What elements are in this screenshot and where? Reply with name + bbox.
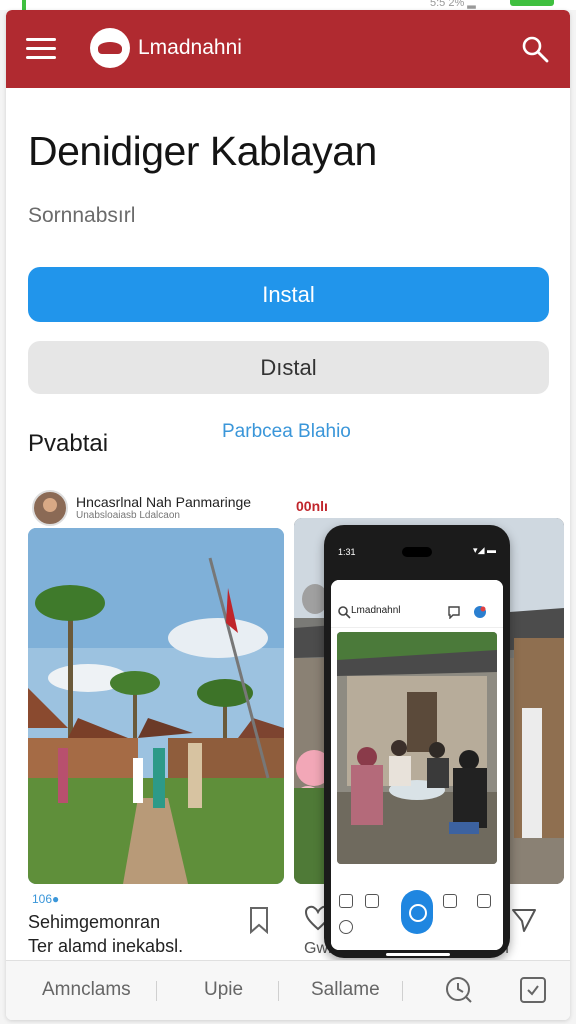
signal-indicator	[22, 0, 26, 10]
phone-tool-settings-icon[interactable]	[339, 920, 353, 934]
phone-screen: Lmadnahnl	[331, 580, 503, 950]
app-bar: Lmadnahni	[6, 10, 570, 88]
app-subtitle: Sornnabsırl	[28, 204, 136, 227]
phone-tool-send-icon[interactable]	[365, 894, 379, 908]
nav-item-2[interactable]: Upie	[204, 979, 243, 1001]
phone-capture-button[interactable]	[401, 890, 433, 934]
phone-status-icons: ▾◢ ▬	[473, 545, 496, 555]
bottom-nav: Amnclams Upie Sallame	[6, 960, 570, 1020]
nav-divider	[278, 981, 279, 1001]
brand-name: Lmadnahni	[138, 36, 242, 59]
search-icon[interactable]	[520, 34, 550, 64]
brand-logo-icon	[90, 28, 130, 68]
nav-divider	[156, 981, 157, 1001]
section-link[interactable]: Parbcea Blahio	[222, 421, 351, 443]
nav-item-1[interactable]: Amnclams	[42, 979, 131, 1001]
nav-divider	[402, 981, 403, 1001]
phone-search-icon[interactable]	[337, 605, 351, 619]
post-caption-line-1: Sehimgemonran	[28, 912, 161, 932]
install-button[interactable]: Instal	[28, 267, 549, 322]
post-meta: Unabsloaiasb Ldalcaon	[76, 510, 180, 521]
screen: 5:5 2% ▂ Lmadnahni Denidiger Kablayan So…	[0, 0, 576, 1024]
secondary-action-button[interactable]: Dıstal	[28, 341, 549, 394]
clock-icon[interactable]	[444, 975, 474, 1005]
phone-gathering-photo[interactable]	[337, 632, 497, 864]
battery-icon	[510, 0, 554, 6]
phone-tool-menu-icon[interactable]	[477, 894, 491, 908]
phone-tool-search-icon[interactable]	[339, 894, 353, 908]
phone-chat-icon[interactable]	[447, 605, 461, 619]
phone-tool-gallery-icon[interactable]	[443, 894, 457, 908]
section-title: Pvabtai	[28, 430, 109, 457]
post-author-avatar[interactable]	[32, 490, 68, 526]
bookmark-icon[interactable]	[246, 906, 272, 934]
post-caption-small: 106●	[32, 892, 60, 906]
phone-profile-icon[interactable]	[473, 605, 487, 619]
post-count: 00nlı	[296, 498, 328, 514]
phone-header-title: Lmadnahnl	[351, 605, 401, 616]
phone-mockup: 1:31 ▾◢ ▬ Lmadnahnl	[324, 525, 510, 958]
phone-toolbar	[331, 880, 503, 950]
app-title: Denidiger Kablayan	[28, 128, 377, 174]
village-photo[interactable]	[28, 528, 284, 884]
share-icon[interactable]	[510, 906, 538, 934]
nav-item-3[interactable]: Sallame	[311, 979, 380, 1001]
phone-header: Lmadnahnl	[331, 580, 503, 628]
hamburger-menu-icon[interactable]	[26, 38, 56, 60]
phone-notch	[402, 547, 432, 557]
app-store-card: Lmadnahni Denidiger Kablayan Sornnabsırl…	[6, 10, 570, 1020]
phone-home-indicator	[386, 953, 450, 956]
status-text: 5:5 2% ▂	[430, 0, 476, 9]
post-caption-line-2: Ter alamd inekabsl.	[28, 936, 184, 956]
phone-time: 1:31	[338, 547, 356, 557]
checkbox-icon[interactable]	[518, 975, 548, 1005]
status-bar: 5:5 2% ▂	[0, 0, 576, 10]
post-author-name[interactable]: Hncasrlnal Nah Panmaringe	[76, 494, 251, 510]
